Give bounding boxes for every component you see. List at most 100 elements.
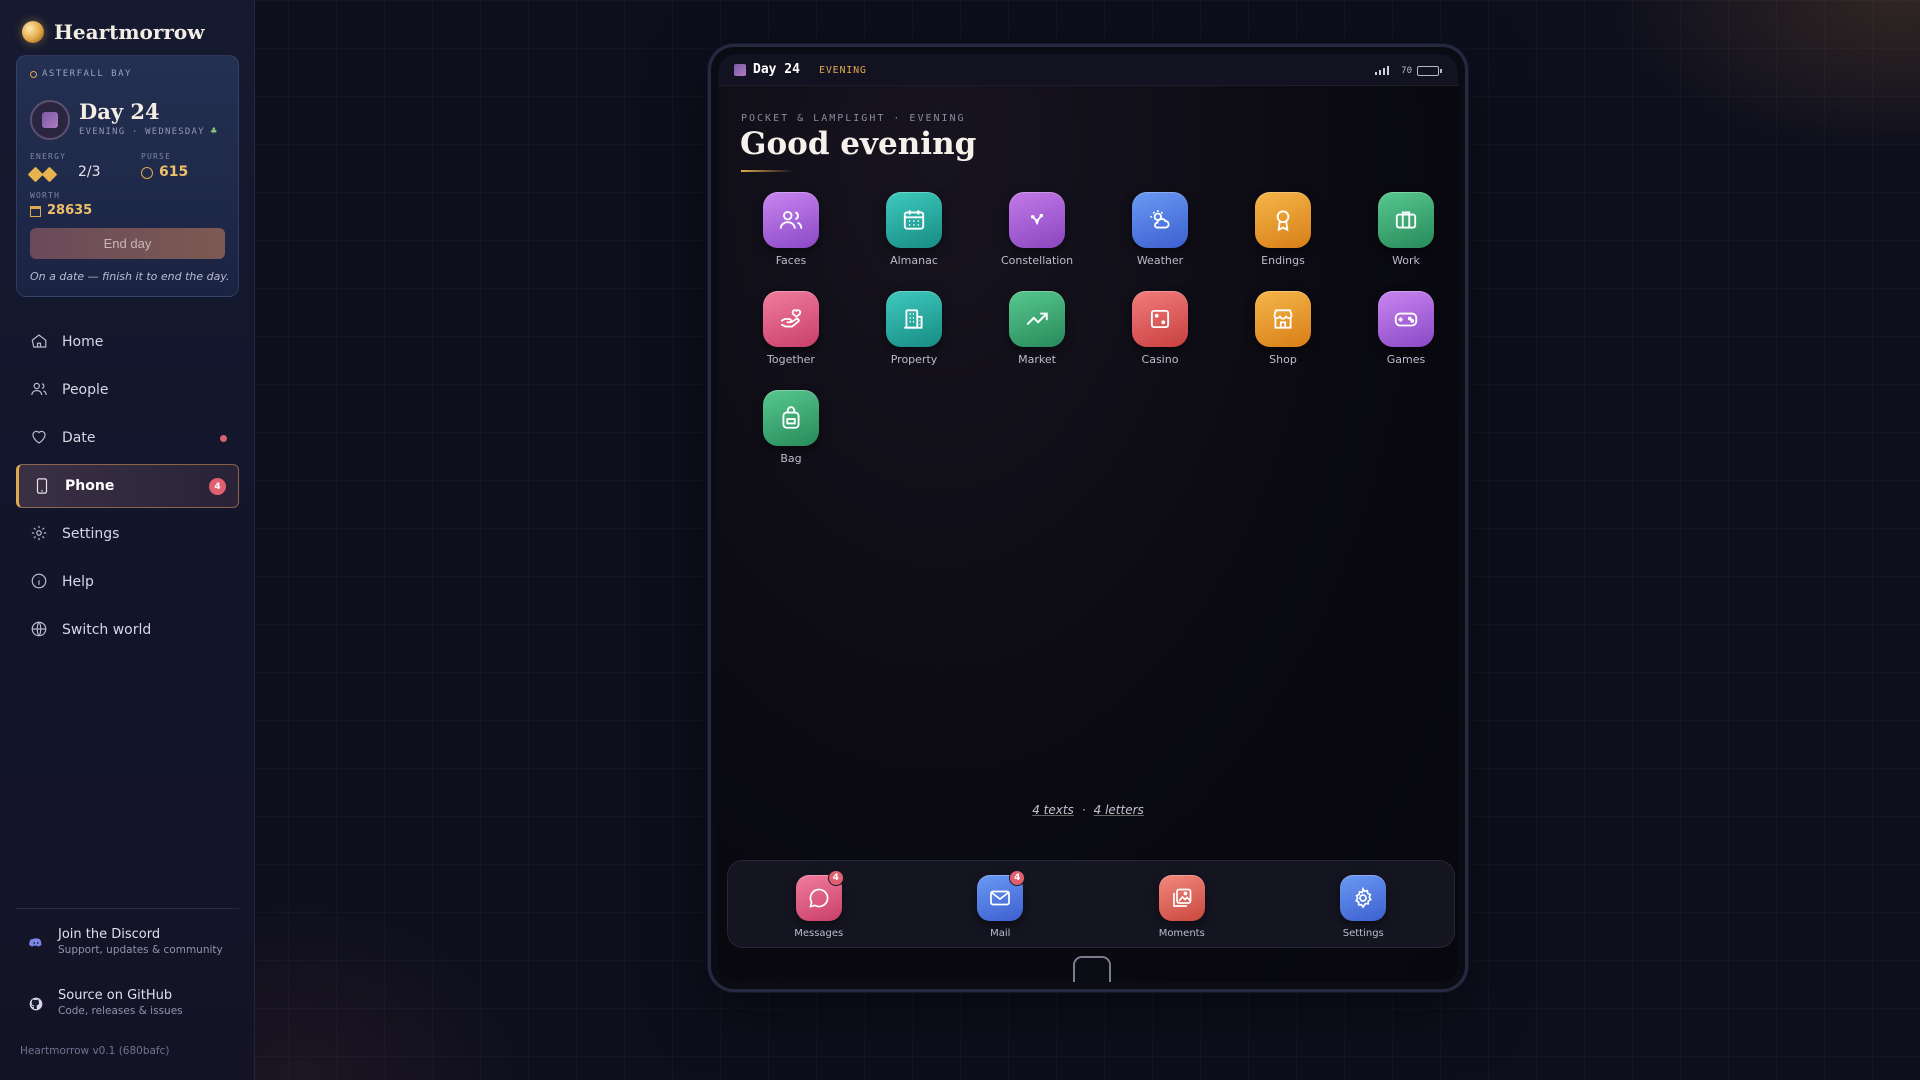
globe-icon [31, 621, 47, 637]
app-label: Almanac [890, 254, 938, 267]
discord-subtitle: Support, updates & community [58, 944, 223, 956]
app-label: Faces [775, 254, 807, 267]
trending-up-icon [1009, 291, 1065, 347]
discord-title: Join the Discord [58, 927, 161, 942]
storefront-icon [1255, 291, 1311, 347]
app-market[interactable]: Market [987, 291, 1087, 366]
app-label: Bag [780, 452, 802, 465]
texts-link[interactable]: 4 texts [1032, 803, 1074, 817]
app-faces[interactable]: Faces [741, 192, 841, 267]
nav-item-date[interactable]: Date [16, 416, 239, 460]
app-label: Constellation [1000, 254, 1074, 267]
briefcase-icon [1378, 192, 1434, 248]
backpack-icon [763, 390, 819, 446]
battery-icon [1417, 66, 1442, 76]
phone-device: Day 24 EVENING 70 POCKET & LAMPLIGHT · E… [708, 44, 1468, 992]
app-label: Casino [1141, 353, 1179, 366]
heart-icon [32, 430, 46, 444]
energy-label: ENERGY [30, 152, 67, 161]
greeting-underline [741, 170, 793, 172]
mail-badge: 4 [1009, 870, 1026, 886]
discord-link[interactable]: Join the Discord Support, updates & comm… [28, 927, 223, 956]
app-together[interactable]: Together [741, 291, 841, 366]
dock-settings[interactable]: Settings [1308, 875, 1418, 939]
nav-label-date: Date [62, 430, 96, 446]
sidebar: Heartmorrow ASTERFALL BAY Day 24 EVENING… [0, 0, 255, 1080]
day-subtitle: EVENING · WEDNESDAY ♣ [79, 126, 218, 137]
app-bag[interactable]: Bag [741, 390, 841, 465]
energy-gems [27, 166, 58, 183]
date-note: On a date — finish it to end the day. [30, 270, 230, 283]
nav-label-help: Help [62, 574, 94, 590]
day-period: EVENING · WEDNESDAY [79, 126, 205, 137]
nav-label-switch-world: Switch world [62, 622, 152, 638]
nav-item-home[interactable]: Home [16, 320, 239, 364]
award-ribbon-icon [1255, 192, 1311, 248]
sprout-icon: ♣ [210, 126, 218, 137]
app-label: Endings [1261, 254, 1305, 267]
day-title: Day 24 [79, 99, 160, 124]
app-label: Shop [1269, 353, 1297, 366]
dock-label: Mail [990, 928, 1011, 939]
weather-sun-cloud-icon [1132, 192, 1188, 248]
nav-item-switch-world[interactable]: Switch world [16, 608, 239, 652]
dock-moments[interactable]: Moments [1127, 875, 1237, 939]
building-icon [886, 291, 942, 347]
app-label: Together [767, 353, 815, 366]
app-label: Games [1386, 353, 1426, 366]
bank-icon [30, 206, 41, 217]
nav-item-settings[interactable]: Settings [16, 512, 239, 556]
photos-icon [1158, 875, 1205, 921]
purse-value: 615 [159, 164, 189, 180]
app-shop[interactable]: Shop [1233, 291, 1333, 366]
home-button[interactable] [1073, 956, 1111, 982]
github-link[interactable]: Source on GitHub Code, releases & issues [28, 988, 183, 1017]
greeting-title: Good evening [740, 126, 977, 162]
nav-item-help[interactable]: Help [16, 560, 239, 604]
phone-screen: Day 24 EVENING 70 POCKET & LAMPLIGHT · E… [718, 54, 1458, 982]
app-work[interactable]: Work [1356, 192, 1456, 267]
discord-icon [29, 938, 42, 947]
dock-label: Settings [1342, 928, 1384, 939]
brand-orb-icon [22, 21, 44, 43]
app-weather[interactable]: Weather [1110, 192, 1210, 267]
worth-label: WORTH [30, 191, 61, 200]
phone-badge: 4 [209, 478, 226, 495]
app-endings[interactable]: Endings [1233, 192, 1333, 267]
almanac-calendar-icon [886, 192, 942, 248]
app-grid: Faces Almanac Constellation Weather Endi… [741, 192, 1458, 465]
faces-icon [763, 192, 819, 248]
date-notification-dot [220, 435, 227, 442]
world-row: ASTERFALL BAY [30, 69, 132, 79]
energy-gem-icon [41, 166, 58, 183]
app-property[interactable]: Property [864, 291, 964, 366]
nav-item-phone[interactable]: Phone 4 [16, 464, 239, 508]
constellation-icon [1009, 192, 1065, 248]
info-icon [31, 573, 47, 589]
app-almanac[interactable]: Almanac [864, 192, 964, 267]
github-icon [29, 997, 43, 1011]
app-label: Property [890, 353, 938, 366]
app-constellation[interactable]: Constellation [987, 192, 1087, 267]
end-day-button[interactable]: End day [30, 228, 225, 259]
hand-heart-icon [763, 291, 819, 347]
signal-icon [1375, 66, 1389, 75]
energy-value: 2/3 [78, 164, 101, 180]
letters-link[interactable]: 4 letters [1094, 803, 1144, 817]
dock-mail[interactable]: 4 Mail [945, 870, 1055, 939]
people-icon [31, 382, 47, 396]
phone-status-bar: Day 24 EVENING 70 [718, 54, 1458, 86]
sidebar-divider [16, 908, 239, 909]
nav-label-people: People [62, 382, 109, 398]
gear-icon [31, 525, 47, 541]
nav-item-people[interactable]: People [16, 368, 239, 412]
dock-messages[interactable]: 4 Messages [764, 870, 874, 939]
nav-label-phone: Phone [65, 478, 115, 494]
status-day: Day 24 [753, 62, 800, 77]
phone-eyebrow: POCKET & LAMPLIGHT · EVENING [741, 113, 966, 124]
app-casino[interactable]: Casino [1110, 291, 1210, 366]
app-games[interactable]: Games [1356, 291, 1456, 366]
coin-icon [141, 167, 153, 179]
purse-label: PURSE [141, 152, 172, 161]
brand[interactable]: Heartmorrow [22, 20, 205, 44]
